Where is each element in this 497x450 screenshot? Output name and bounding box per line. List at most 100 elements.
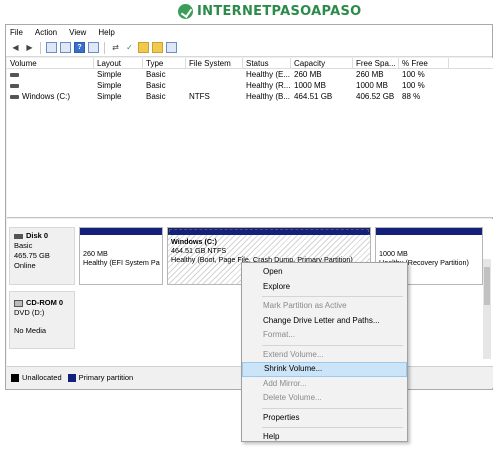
menu-separator	[262, 296, 403, 297]
column-header-capacity[interactable]: Capacity	[291, 58, 353, 68]
volume-cell: Windows (C:)	[7, 91, 94, 102]
percent-free-cell: 100 %	[402, 70, 425, 79]
column-header-free-space[interactable]: Free Spa...	[353, 58, 399, 68]
disk-0-state: Online	[14, 261, 36, 270]
volume-list-header: Volume Layout Type File System Status Ca…	[7, 58, 493, 69]
watermark: INTERNETPASOAPASO	[178, 2, 362, 20]
volume-name: Windows (C:)	[22, 92, 71, 101]
free-space-cell: 406.52 GB	[356, 92, 395, 101]
cdrom-0-label[interactable]: CD-ROM 0 DVD (D:) No Media	[9, 291, 75, 349]
checklist-icon[interactable]: ✓	[124, 42, 135, 53]
disk-0-label[interactable]: Disk 0 Basic 465.75 GB Online	[9, 227, 75, 285]
legend-unallocated-label: Unallocated	[22, 372, 62, 382]
menu-item-mark-active[interactable]: Mark Partition as Active	[242, 299, 407, 314]
folder-icon[interactable]	[138, 42, 149, 53]
connect-icon[interactable]: ⇄	[110, 42, 121, 53]
disk-icon	[14, 233, 23, 239]
layout-cell: Simple	[97, 81, 122, 90]
settings-panel-icon[interactable]	[166, 42, 177, 53]
new-folder-icon[interactable]	[152, 42, 163, 53]
column-header-layout[interactable]: Layout	[94, 58, 143, 68]
partition-bar	[80, 228, 162, 235]
status-cell: Healthy (B...	[246, 92, 291, 101]
menu-separator	[262, 344, 403, 346]
menu-item-add-mirror[interactable]: Add Mirror...	[242, 377, 407, 392]
menu-item-format[interactable]: Format...	[242, 328, 407, 343]
status-cell: Healthy (R...	[246, 81, 291, 90]
checkmark-logo-icon	[178, 3, 193, 19]
percent-free-cell: 100 %	[402, 81, 425, 90]
menu-item-shrink-volume[interactable]: Shrink Volume...	[242, 362, 407, 377]
column-header-status[interactable]: Status	[243, 58, 291, 68]
vertical-scrollbar[interactable]	[483, 259, 491, 359]
volume-cell	[7, 69, 94, 80]
legend-primary-label: Primary partition	[78, 372, 134, 382]
volume-icon	[10, 72, 19, 77]
menu-item-properties[interactable]: Properties	[242, 411, 407, 426]
menu-bar: File Action View Help	[6, 25, 492, 39]
status-cell: Healthy (E...	[246, 70, 291, 79]
cdrom-0-media: No Media	[14, 326, 47, 335]
unallocated-swatch	[11, 374, 19, 382]
type-cell: Basic	[146, 70, 166, 79]
menu-action[interactable]: Action	[35, 28, 57, 37]
column-header-type[interactable]: Type	[143, 58, 186, 68]
cdrom-0-drive: DVD (D:)	[14, 308, 45, 317]
column-header-volume[interactable]: Volume	[7, 58, 94, 68]
column-header-percent-free[interactable]: % Free	[399, 58, 449, 68]
table-row[interactable]: Simple Basic Healthy (E... 260 MB 260 MB…	[7, 69, 493, 80]
disk-0-name: Disk 0	[26, 231, 49, 240]
menu-item-delete-volume[interactable]: Delete Volume...	[242, 391, 407, 406]
layout-cell: Simple	[97, 70, 122, 79]
menu-file[interactable]: File	[10, 28, 23, 37]
console-tree-icon[interactable]	[46, 42, 57, 53]
disk-0-type: Basic	[14, 241, 33, 250]
toolbar: ◀ ▶ ? ⇄ ✓	[6, 39, 492, 57]
partition-title: Windows (C:)	[171, 237, 217, 246]
partition-body: 260 MB Healthy (EFI System Pa	[80, 235, 162, 284]
properties-icon[interactable]	[60, 42, 71, 53]
scrollbar-thumb[interactable]	[484, 267, 490, 305]
list-view-icon[interactable]	[88, 42, 99, 53]
arrow-right-icon[interactable]: ▶	[24, 42, 35, 53]
partition-text: 260 MB Healthy (EFI System Pa	[80, 235, 162, 269]
legend-primary: Primary partition	[67, 372, 134, 382]
file-system-cell	[186, 69, 243, 80]
partition-size: 1000 MB	[379, 249, 408, 258]
cdrom-0-row: CD-ROM 0 DVD (D:) No Media	[9, 291, 75, 349]
capacity-cell: 260 MB	[294, 70, 322, 79]
table-row[interactable]: Windows (C:) Simple Basic NTFS Healthy (…	[7, 91, 493, 102]
file-system-cell: NTFS	[189, 92, 210, 101]
partition-status: Healthy (EFI System Pa	[83, 258, 160, 267]
menu-item-help[interactable]: Help	[242, 430, 407, 445]
free-space-cell: 260 MB	[356, 70, 384, 79]
toolbar-separator	[104, 41, 105, 54]
volume-list: Volume Layout Type File System Status Ca…	[7, 58, 493, 218]
volume-cell	[7, 80, 94, 91]
legend-unallocated: Unallocated	[11, 373, 62, 382]
disk-0-title: Disk 0	[14, 231, 70, 241]
menu-item-open[interactable]: Open	[242, 265, 407, 280]
menu-item-explore[interactable]: Explore	[242, 280, 407, 295]
cdrom-0-title: CD-ROM 0	[14, 298, 70, 308]
menu-view[interactable]: View	[69, 28, 86, 37]
partition-size: 260 MB	[83, 249, 108, 258]
partition-efi[interactable]: 260 MB Healthy (EFI System Pa	[79, 227, 163, 285]
type-cell: Basic	[146, 81, 166, 90]
cdrom-0-name: CD-ROM 0	[26, 298, 64, 307]
disk-0-size: 465.75 GB	[14, 251, 50, 260]
column-header-file-system[interactable]: File System	[186, 58, 243, 68]
help-icon[interactable]: ?	[74, 42, 85, 53]
layout-cell: Simple	[97, 92, 122, 101]
watermark-banner: INTERNETPASOAPASO	[0, 0, 497, 22]
menu-help[interactable]: Help	[98, 28, 114, 37]
menu-item-change-drive-letter[interactable]: Change Drive Letter and Paths...	[242, 314, 407, 329]
menu-item-extend-volume[interactable]: Extend Volume...	[242, 348, 407, 363]
capacity-cell: 1000 MB	[294, 81, 327, 90]
partition-bar	[168, 228, 370, 235]
context-menu: Open Explore Mark Partition as Active Ch…	[241, 262, 408, 442]
arrow-left-icon[interactable]: ◀	[10, 42, 21, 53]
table-row[interactable]: Simple Basic Healthy (R... 1000 MB 1000 …	[7, 80, 493, 91]
percent-free-cell: 88 %	[402, 92, 421, 101]
watermark-text: INTERNETPASOAPASO	[197, 3, 362, 19]
